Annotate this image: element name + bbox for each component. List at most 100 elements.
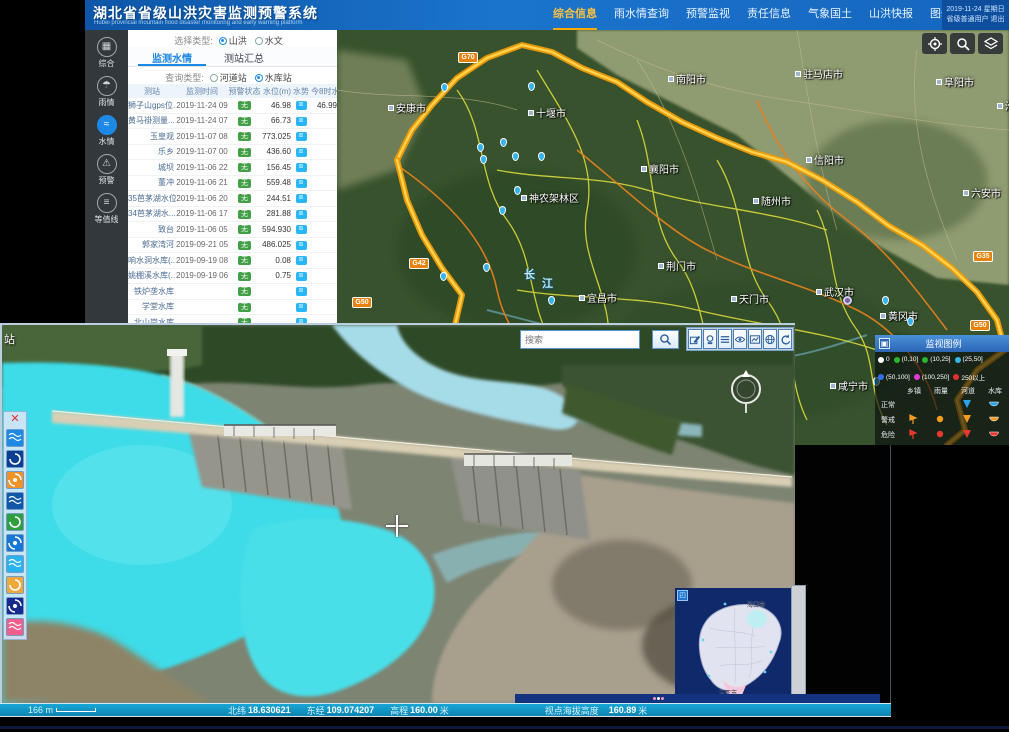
- nav-item-6[interactable]: 山洪快报: [869, 0, 913, 30]
- water-level: 0.08: [261, 256, 291, 265]
- search-input[interactable]: [520, 330, 640, 349]
- col-header-2: 监测时间: [176, 86, 228, 97]
- station-marker[interactable]: [483, 263, 490, 272]
- annotate-icon[interactable]: [688, 329, 702, 349]
- close-icon[interactable]: ✕: [4, 413, 26, 426]
- road-badge-G50: G50: [352, 297, 372, 308]
- station-marker[interactable]: [441, 83, 448, 92]
- station-marker[interactable]: [882, 296, 889, 305]
- station-row[interactable]: 铁炉垄水库无=: [128, 284, 337, 300]
- station-marker[interactable]: [548, 296, 555, 305]
- tab-2[interactable]: 测站汇总: [210, 47, 278, 66]
- station-row[interactable]: 学堂水库无=: [128, 300, 337, 316]
- nav-item-1[interactable]: 综合信息: [553, 0, 597, 30]
- user-box[interactable]: 2019-11-24 星期日 省级普通用户 退出: [942, 0, 1009, 30]
- type-option-山洪[interactable]: 山洪: [219, 36, 247, 46]
- station-row[interactable]: 乐乡2019-11-07 00无436.60=: [128, 145, 337, 161]
- flood-layer-icon[interactable]: [6, 555, 24, 573]
- station-marker[interactable]: [538, 152, 545, 161]
- nav-item-2[interactable]: 雨水情查询: [614, 0, 669, 30]
- station-marker[interactable]: [440, 272, 447, 281]
- col-header-6: 今8时水位(m): [311, 86, 337, 97]
- lat-label: 北纬: [228, 704, 246, 717]
- inset-corner-icon[interactable]: ◰: [677, 590, 688, 601]
- legend-icon-tri: [961, 398, 973, 409]
- station-row[interactable]: 34芭茅湖水...2019-11-06 17无281.88=: [128, 207, 337, 223]
- warn-status: 无: [228, 286, 261, 296]
- station-row[interactable]: 玉皇观2019-11-07 08无773.025=: [128, 129, 337, 145]
- camera-icon[interactable]: [703, 329, 717, 349]
- station-row[interactable]: 董冲2019-11-06 21无559.48=: [128, 176, 337, 192]
- water-trend: =: [291, 147, 311, 157]
- city-name: 阜阳市: [944, 74, 974, 89]
- type-option-水文[interactable]: 水文: [255, 36, 283, 46]
- query-radio[interactable]: [255, 74, 263, 82]
- compass[interactable]: [727, 367, 765, 422]
- type-radio[interactable]: [255, 37, 263, 45]
- list-icon[interactable]: [718, 329, 732, 349]
- scene-3d[interactable]: 站 ✕: [0, 323, 795, 703]
- globe-icon[interactable]: [763, 329, 777, 349]
- view-alt-unit: 米: [638, 704, 647, 717]
- nav-item-3[interactable]: 预警监视: [686, 0, 730, 30]
- road-badge-G50: G50: [970, 320, 990, 331]
- station-marker[interactable]: [500, 138, 507, 147]
- station-marker[interactable]: [907, 317, 914, 326]
- tab-1[interactable]: 监测水情: [138, 47, 206, 66]
- stats-icon[interactable]: [6, 618, 24, 636]
- zoom-icon[interactable]: [950, 33, 975, 54]
- snapshot-icon[interactable]: [6, 597, 24, 615]
- water-trend: =: [291, 100, 311, 110]
- overview-inset-map[interactable]: ◰ 海口市三亚市: [675, 588, 793, 703]
- station-marker[interactable]: [514, 186, 521, 195]
- station-marker[interactable]: [512, 152, 519, 161]
- water-trend: =: [291, 286, 311, 296]
- search-button[interactable]: [652, 330, 679, 349]
- vortex-layer-icon[interactable]: [6, 450, 24, 468]
- locate-icon[interactable]: [922, 33, 947, 54]
- query-option-水库站[interactable]: 水库站: [255, 73, 292, 83]
- station-marker[interactable]: [499, 206, 506, 215]
- sidebar-item-综合[interactable]: ▦综合: [85, 37, 128, 69]
- station-row[interactable]: 姚棚溪水库(...2019-09-19 06无0.75=: [128, 269, 337, 285]
- station-row[interactable]: 狮子山gps位...2019-11-24 09无46.98=46.99: [128, 98, 337, 114]
- eye-icon[interactable]: [733, 329, 747, 349]
- nav-item-4[interactable]: 责任信息: [747, 0, 791, 30]
- undo-icon[interactable]: [778, 329, 792, 349]
- query-option-河道站[interactable]: 河道站: [210, 73, 247, 83]
- nav-item-5[interactable]: 气象国土: [808, 0, 852, 30]
- station-row[interactable]: 城坝2019-11-06 22无156.45=: [128, 160, 337, 176]
- ripples-layer-icon[interactable]: [6, 492, 24, 510]
- station-row[interactable]: 致台2019-11-06 05无594.930=: [128, 222, 337, 238]
- city-label-襄阳市: 襄阳市: [641, 161, 679, 176]
- water-trend: =: [291, 271, 311, 281]
- sediment-layer-icon[interactable]: [6, 576, 24, 594]
- station-row[interactable]: 黄马褂测量...2019-11-24 07无66.73=: [128, 114, 337, 130]
- radar-layer-icon[interactable]: [6, 513, 24, 531]
- col-header-5: 水势: [291, 86, 311, 97]
- sidebar-item-雨情[interactable]: ☂雨情: [85, 76, 128, 108]
- city-name: 天门市: [739, 291, 769, 306]
- chart-image-icon[interactable]: [748, 329, 762, 349]
- col-header-4: 水位(m): [261, 86, 291, 97]
- status-badge: 无: [238, 272, 251, 281]
- sidebar-item-等值线[interactable]: ≡等值线: [85, 193, 128, 225]
- station-row[interactable]: 35芭茅湖水位...2019-11-06 20无244.51=: [128, 191, 337, 207]
- sidebar-item-水情[interactable]: ≈水情: [85, 115, 128, 147]
- station-marker[interactable]: [528, 82, 535, 91]
- station-marker[interactable]: [477, 143, 484, 152]
- station-row[interactable]: 郭家湾河2019-09-21 05无486.025=: [128, 238, 337, 254]
- query-radio[interactable]: [210, 74, 218, 82]
- layers-icon[interactable]: [978, 33, 1003, 54]
- typhoon-layer-icon[interactable]: [6, 471, 24, 489]
- rainfall-layer-icon[interactable]: [6, 429, 24, 447]
- type-radio[interactable]: [219, 37, 227, 45]
- road-badge-G42: G42: [409, 258, 429, 269]
- splash-layer-icon[interactable]: [6, 534, 24, 552]
- station-marker[interactable]: [480, 155, 487, 164]
- city-name: 神农架林区: [529, 190, 579, 205]
- station-row[interactable]: 响水洞水库(...2019-09-19 08无0.08=: [128, 253, 337, 269]
- sidebar-item-预警[interactable]: ⚠预警: [85, 154, 128, 186]
- user-logout[interactable]: 省级普通用户 退出: [942, 15, 1009, 25]
- window-scrollbar[interactable]: [791, 585, 806, 703]
